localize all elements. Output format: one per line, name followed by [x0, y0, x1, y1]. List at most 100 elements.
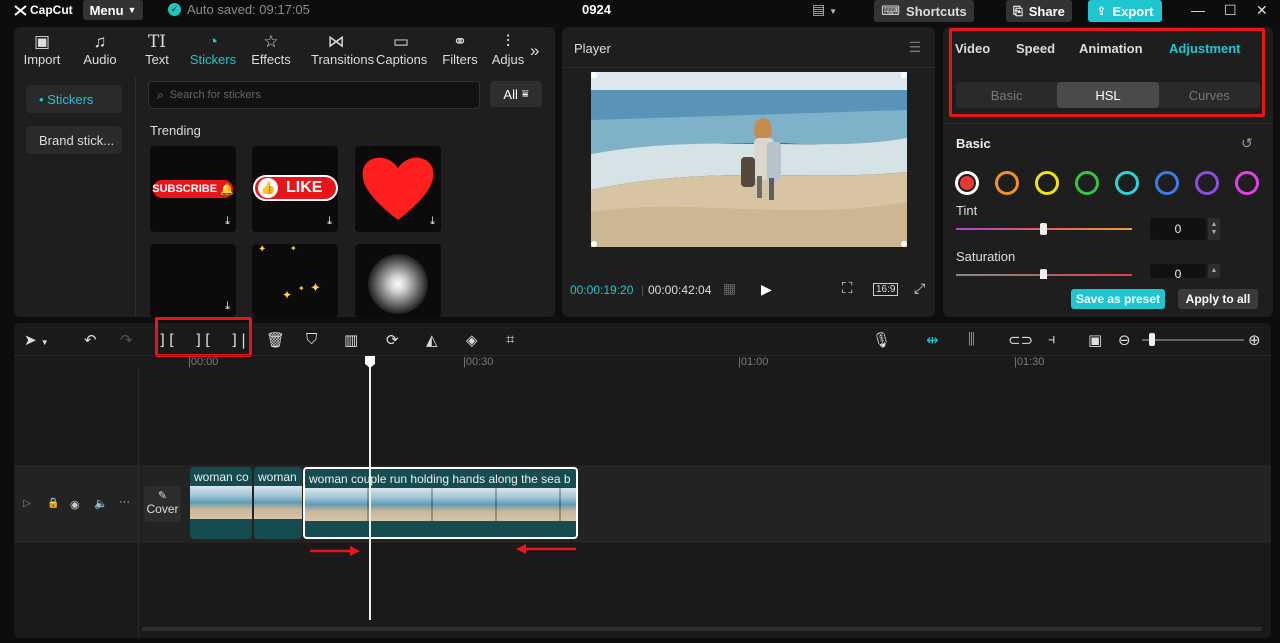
hsl-color-swatch[interactable]	[1235, 171, 1259, 195]
cover-button[interactable]: ✎ Cover	[144, 486, 181, 522]
more-tools-icon[interactable]: »	[530, 41, 539, 61]
sparkle-icon: ✦	[282, 288, 293, 302]
horizontal-scrollbar[interactable]	[142, 627, 1262, 631]
tool-captions[interactable]: ▭ Captions	[376, 32, 427, 67]
tool-transitions[interactable]: ⋈ Transitions	[311, 32, 374, 67]
tool-adjust[interactable]: ⫶ Adjus	[488, 32, 528, 67]
reset-icon[interactable]: ↺	[1241, 135, 1253, 152]
menu-button[interactable]: Menu ▼	[83, 0, 143, 20]
play-icon[interactable]: ▶	[761, 281, 772, 298]
hsl-color-swatch[interactable]	[995, 171, 1019, 195]
tint-value-input[interactable]: 0	[1150, 218, 1206, 240]
more-icon[interactable]: ···	[119, 496, 130, 508]
share-button[interactable]: ⎘ Share	[1006, 0, 1072, 22]
tool-effects[interactable]: ☆ Effects	[246, 32, 296, 67]
preview-axis-icon[interactable]: ▣	[1088, 331, 1102, 349]
subscribe-graphic: SUBSCRIBE 🔔	[152, 180, 234, 198]
saturation-value-input[interactable]: 0	[1150, 264, 1206, 278]
video-clip-3-selected[interactable]: woman couple run holding hands along the…	[303, 467, 578, 539]
sticker-like[interactable]: 👍 LIKE ⤓	[252, 146, 338, 232]
tool-text[interactable]: TI Text	[132, 32, 182, 67]
heart-icon	[362, 157, 434, 220]
filters-icon: ⚭	[452, 32, 468, 51]
timeline-grid-icon[interactable]: ▦	[723, 280, 736, 297]
audio-icon: ♫	[93, 32, 107, 51]
zoom-out-icon[interactable]: ⊖	[1118, 331, 1131, 349]
video-preview[interactable]	[591, 72, 907, 247]
menu-icon[interactable]: ☰	[908, 39, 921, 56]
filter-all-button[interactable]: All ⩸	[490, 81, 542, 107]
undo-icon[interactable]: ↶	[84, 331, 97, 349]
playhead[interactable]	[369, 357, 371, 620]
zoom-slider-knob[interactable]	[1149, 333, 1155, 346]
split-audio-icon[interactable]: ⫞	[1048, 331, 1056, 348]
tool-filters[interactable]: ⚭ Filters	[435, 32, 485, 67]
corner-handle[interactable]	[591, 241, 597, 247]
hsl-color-swatch[interactable]	[1115, 171, 1139, 195]
marker-icon[interactable]: ⛉	[306, 331, 317, 348]
player-divider	[562, 67, 935, 68]
sticker-search-input[interactable]: ⌕ Search for stickers	[148, 81, 480, 109]
video-clip-2[interactable]: woman	[254, 467, 302, 539]
tool-import[interactable]: ▣ Import	[17, 32, 67, 67]
layout-icon[interactable]: ▤ ▼	[812, 1, 837, 18]
tint-slider-knob[interactable]	[1040, 223, 1047, 235]
fullscreen-focus-icon[interactable]: ⛶	[842, 280, 853, 297]
redo-icon[interactable]: ↷	[120, 331, 133, 349]
zoom-in-icon[interactable]: ⊕	[1248, 331, 1261, 349]
apply-to-all-button[interactable]: Apply to all	[1178, 289, 1258, 309]
reverse-icon[interactable]: ⟳	[386, 331, 399, 349]
freeze-icon[interactable]: ▥	[344, 331, 358, 349]
tool-stickers[interactable]: ◔ Stickers	[188, 32, 238, 67]
main-track-magnet-icon[interactable]: ⇹	[926, 331, 939, 349]
volume-icon[interactable]: 🔈	[94, 497, 108, 510]
tint-stepper[interactable]: ▲ ▼	[1208, 218, 1220, 240]
select-cursor-icon[interactable]: ➤ ▼	[24, 331, 49, 349]
hsl-color-swatch[interactable]	[1075, 171, 1099, 195]
zoom-slider-track[interactable]	[1142, 339, 1244, 341]
crop-icon[interactable]: ⌗	[506, 331, 514, 348]
link-icon[interactable]: ⊂⊃	[1008, 331, 1033, 349]
arrow-left-annotation	[516, 544, 576, 554]
saturation-stepper[interactable]: ▲	[1208, 264, 1220, 278]
sticker-subscribe[interactable]: SUBSCRIBE 🔔 ⤓	[150, 146, 236, 232]
player-title: Player	[574, 41, 611, 56]
corner-handle[interactable]	[901, 72, 907, 78]
hsl-color-swatch[interactable]	[1035, 171, 1059, 195]
microphone-icon[interactable]: 🎙	[872, 331, 891, 349]
sticker-glitter[interactable]	[355, 244, 441, 317]
hsl-color-swatch[interactable]	[1195, 171, 1219, 195]
expand-icon[interactable]: ⤢	[914, 280, 925, 297]
delete-icon[interactable]: 🗑	[266, 331, 285, 349]
close-icon[interactable]: ✕	[1256, 2, 1268, 19]
tool-audio[interactable]: ♫ Audio	[75, 32, 125, 67]
sticker-heart[interactable]: ⤓	[355, 146, 441, 232]
hsl-color-swatch[interactable]	[1155, 171, 1179, 195]
sidebar-item-brand-stickers[interactable]: Brand stick...	[26, 126, 122, 154]
corner-handle[interactable]	[901, 241, 907, 247]
eye-icon[interactable]: ◉	[70, 498, 80, 511]
corner-handle[interactable]	[591, 72, 597, 78]
sticker-sparkles[interactable]: ✦ ✦ ✦ ✦ ✦	[252, 244, 338, 317]
hsl-color-swatch[interactable]	[955, 171, 979, 195]
maximize-icon[interactable]: ☐	[1224, 2, 1237, 19]
chevron-up-icon: ▲	[1210, 221, 1218, 228]
video-clip-1[interactable]: woman co	[190, 467, 252, 539]
snap-icon[interactable]: ⫼	[968, 331, 975, 348]
lock-icon[interactable]: 🔒	[47, 498, 59, 509]
saturation-label: Saturation	[956, 249, 1016, 264]
ruler-mark-90: |01:30	[1014, 356, 1045, 368]
playhead-handle-icon[interactable]	[364, 355, 376, 369]
rotate-icon[interactable]: ◈	[466, 331, 478, 349]
sidebar-item-stickers[interactable]: • Stickers	[26, 85, 122, 113]
export-button[interactable]: ⇪ Export	[1088, 0, 1162, 22]
aspect-ratio-button[interactable]: 16:9	[873, 283, 899, 296]
mirror-icon[interactable]: ◭	[426, 331, 438, 349]
shortcuts-button[interactable]: ⌨ Shortcuts	[874, 0, 974, 22]
timeline-panel: ➤ ▼ ↶ ↷ ][ ][ ]| 🗑 ⛉ ▥ ⟳ ◭ ◈ ⌗ 🎙 ⇹ ⫼ ⊂⊃ …	[14, 317, 1271, 638]
highlight-box-props	[949, 28, 1265, 117]
sticker-blank[interactable]: ⤓	[150, 244, 236, 317]
text-icon: TI	[147, 32, 167, 52]
minimize-icon[interactable]: —	[1191, 2, 1205, 18]
save-as-preset-button[interactable]: Save as preset	[1071, 289, 1165, 309]
